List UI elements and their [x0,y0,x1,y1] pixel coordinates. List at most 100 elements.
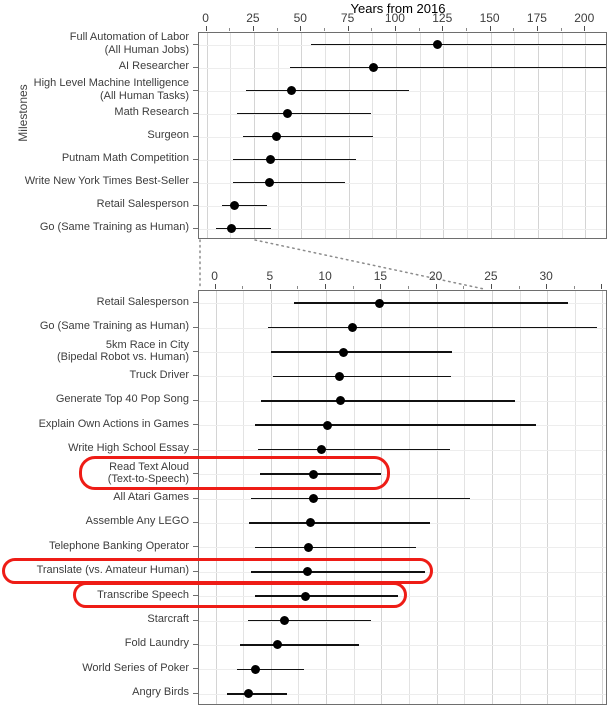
error-bar [255,595,398,597]
milestone-label-line: Explain Own Actions in Games [38,417,189,430]
data-point-dot [244,689,254,699]
milestone-label-line: World Series of Poker [82,661,189,674]
error-bar [294,302,569,304]
y-axis-tick [193,619,198,621]
axis-tick [269,284,271,289]
milestone-label: Starcraft [0,613,189,626]
y-axis-tick [193,375,198,377]
milestone-label-line: Truck Driver [129,368,189,381]
milestone-label: Retail Salesperson [0,296,189,309]
axis-tick [408,286,410,289]
error-bar [239,644,360,646]
milestone-label-line: Read Text Aloud [109,460,189,473]
axis-tick-label: 15 [373,269,388,283]
milestone-label-line: Generate Top 40 Pop Song [55,393,189,406]
milestone-label: Write High School Essay [0,442,189,455]
error-bar [260,400,516,402]
error-bar [250,497,470,500]
data-point-dot [334,371,344,381]
error-bar [255,546,416,549]
data-point-dot [374,298,384,308]
axis-tick [518,286,520,289]
y-axis-tick [193,497,198,499]
milestone-label: Angry Birds [0,686,189,699]
y-axis-tick [193,399,198,401]
error-bar [248,522,431,524]
error-bar [226,692,288,695]
data-point-dot [309,469,319,479]
y-axis-tick [193,546,198,548]
data-point-dot [309,494,319,503]
y-axis-tick [193,351,198,353]
data-point-dot [348,323,358,333]
y-axis-tick [193,692,198,694]
axis-tick-label: 5 [266,269,274,283]
axis-tick-label: 20 [428,269,443,283]
milestone-label-line: 5km Race in City [105,338,189,351]
axis-tick [380,284,382,289]
y-axis-tick [193,570,198,572]
milestone-label: Go (Same Training as Human) [0,320,189,333]
axis-tick [573,286,575,289]
axis-tick [214,284,216,289]
error-bar [259,473,382,475]
y-axis-tick [193,424,198,426]
milestone-label-line: Angry Birds [132,686,189,699]
y-axis-tick [193,595,198,597]
milestone-label-line: Fold Laundry [124,637,189,650]
milestone-label: Fold Laundry [0,637,189,650]
panel-zoomed-range [198,290,607,705]
axis-tick [546,284,548,289]
milestone-label: Truck Driver [0,369,189,382]
y-axis-tick [193,521,198,523]
chart-figure: Years from 2016 Milestones 0 25 50 75 100 125… [0,0,609,709]
y-axis-tick [193,448,198,450]
data-point-dot [306,518,316,528]
milestone-label-line: Assemble Any LEGO [85,515,189,528]
y-axis-tick [193,668,198,670]
axis-tick-label: 25 [484,269,498,283]
axis-tick [601,284,603,289]
error-bar [267,326,597,329]
milestone-label-line: Starcraft [147,613,189,626]
error-bar [247,619,372,622]
axis-tick [242,286,244,289]
error-bar [250,570,425,573]
data-point-dot [317,445,327,455]
data-point-dot [279,616,289,626]
y-axis-tick [193,302,198,304]
milestone-label: Explain Own Actions in Games [0,418,189,431]
axis-tick-label: 10 [318,269,332,283]
milestone-label: Translate (vs. Amateur Human) [0,564,189,577]
milestone-label: All Atari Games [0,491,189,504]
milestone-label: Assemble Any LEGO [0,515,189,528]
axis-tick [297,286,299,289]
milestone-label: Transcribe Speech [0,589,189,602]
milestone-label-line: (Bipedal Robot vs. Human) [56,351,189,364]
milestone-label: Telephone Banking Operator [0,540,189,553]
milestone-label: World Series of Poker [0,662,189,675]
data-point-dot [300,591,310,601]
data-point-dot [302,567,312,577]
milestone-label-line: Go (Same Training as Human) [39,320,189,333]
axis-tick [490,284,492,289]
y-axis-tick [193,643,198,645]
milestone-label-line: Transcribe Speech [97,588,189,601]
y-axis-tick [193,473,198,475]
milestone-label-line: Translate (vs. Amateur Human) [36,564,189,577]
axis-tick-label: 30 [539,269,553,283]
error-bar [273,375,452,378]
milestone-label-line: Retail Salesperson [96,295,189,308]
milestone-label-line: All Atari Games [113,491,189,503]
data-point-dot [335,396,345,406]
data-point-dot [322,420,332,430]
axis-tick [435,284,437,289]
data-point-dot [272,640,282,650]
milestone-label: Read Text Aloud (Text-to-Speech) [0,461,189,486]
error-bar [236,668,304,671]
error-bar [255,424,537,427]
milestone-label-line: Telephone Banking Operator [48,539,189,552]
axis-tick-label: 0 [211,269,218,283]
milestone-label: Generate Top 40 Pop Song [0,393,189,406]
data-point-dot [339,347,349,357]
